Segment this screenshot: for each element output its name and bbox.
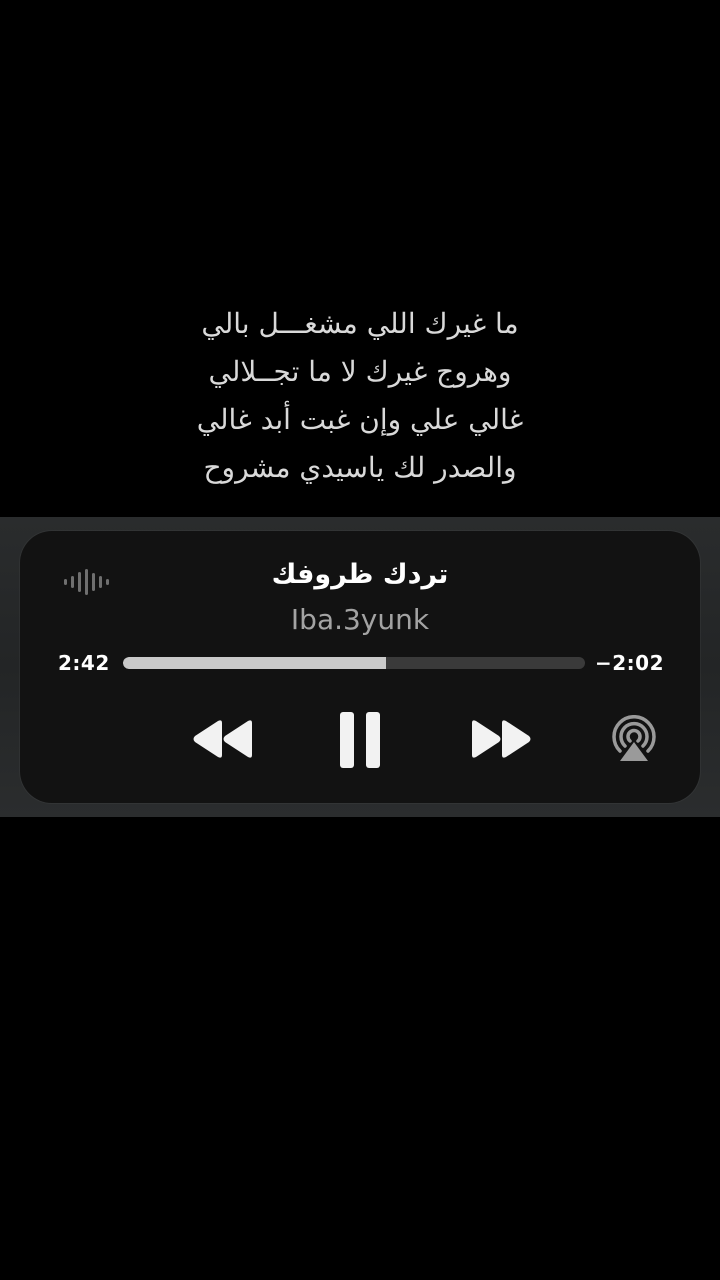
- now-playing-card: تردك ظروفك Iba.3yunk 2:42 −2:02: [20, 531, 700, 803]
- remaining-time: −2:02: [594, 651, 664, 675]
- pause-button[interactable]: [332, 705, 388, 775]
- fast-forward-icon: [472, 720, 531, 758]
- fast-forward-button[interactable]: [466, 711, 536, 767]
- airplay-icon: [612, 715, 656, 761]
- airplay-button[interactable]: [606, 711, 662, 767]
- lyrics-text: ما غيرك اللي مشغـــل بالي وهروج غيرك لا …: [0, 300, 720, 492]
- lyrics-line: غالي علي وإن غبت أبد غالي: [196, 403, 524, 436]
- progress-scrubber[interactable]: [123, 657, 585, 669]
- rewind-icon: [193, 720, 252, 758]
- song-title: تردك ظروفك: [271, 559, 449, 590]
- rewind-button[interactable]: [188, 711, 258, 767]
- elapsed-time: 2:42: [58, 651, 110, 675]
- lyrics-line: والصدر لك ياسيدي مشروح: [203, 451, 517, 484]
- progress-fill: [123, 657, 387, 669]
- lyrics-line: ما غيرك اللي مشغـــل بالي: [201, 307, 519, 340]
- lyrics-line: وهروج غيرك لا ما تجــلالي: [208, 355, 512, 388]
- pause-icon: [340, 712, 380, 768]
- artist-name[interactable]: Iba.3yunk: [20, 603, 700, 636]
